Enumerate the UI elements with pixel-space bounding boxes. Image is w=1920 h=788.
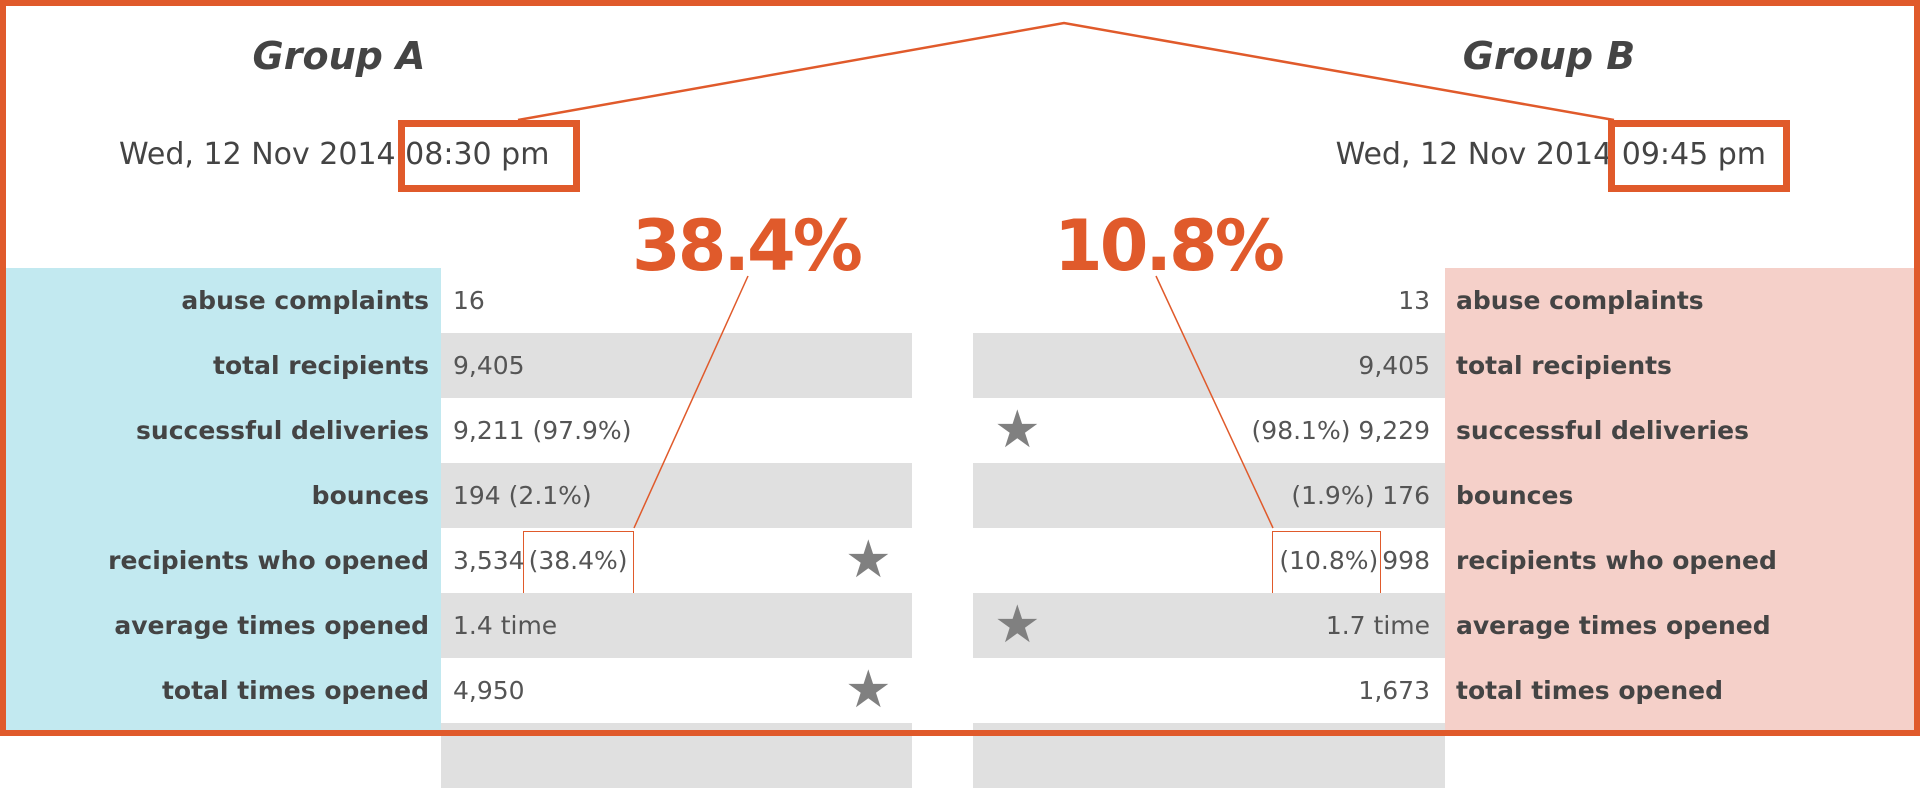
callout-line-a <box>633 275 749 529</box>
callout-line-b <box>1155 275 1274 529</box>
connector-lines <box>517 21 1615 529</box>
time-connector-line <box>517 21 1615 122</box>
